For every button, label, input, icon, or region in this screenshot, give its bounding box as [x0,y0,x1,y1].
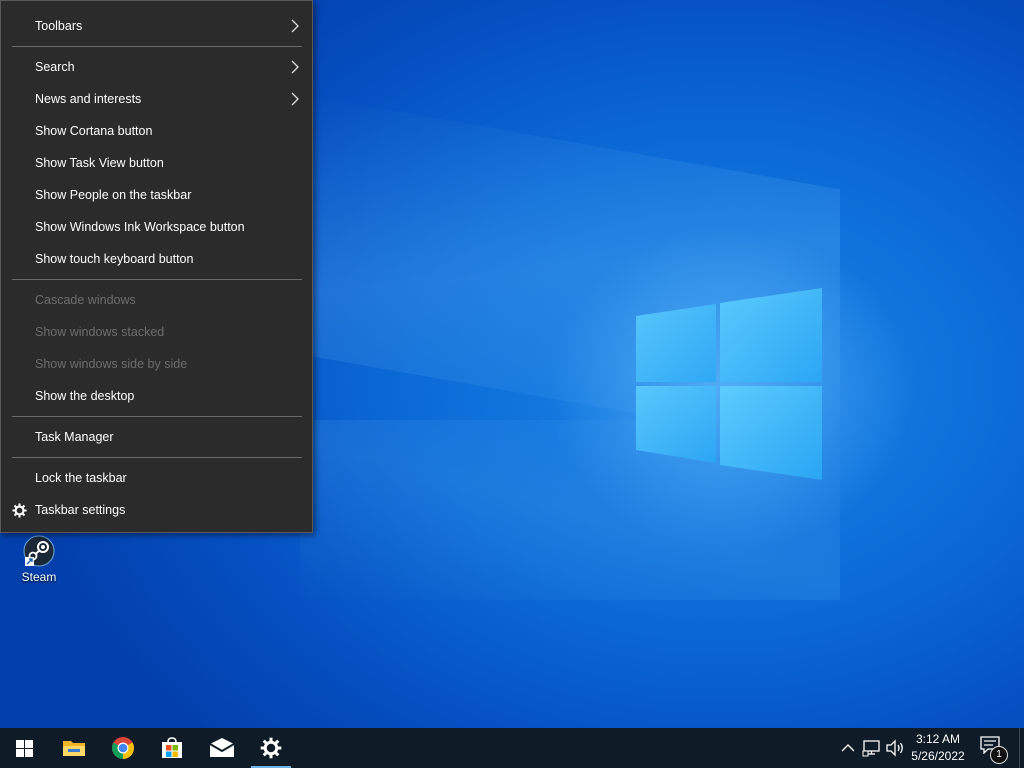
menu-separator [12,457,302,458]
taskbar-clock[interactable]: 3:12 AM 5/26/2022 [906,731,970,765]
menu-item-label: Taskbar settings [35,503,126,517]
menu-item-taskbar-settings[interactable]: Taskbar settings [1,495,312,525]
chevron-up-icon[interactable] [838,738,858,758]
volume-icon[interactable] [885,738,905,758]
taskbar[interactable] [0,728,1024,768]
menu-item-label: Toolbars [35,19,83,33]
menu-item-search[interactable]: Search [1,52,312,82]
menu-item-cascade-windows: Cascade windows [1,285,312,315]
menu-item-news-and-interests[interactable]: News and interests [1,84,312,114]
menu-separator [12,279,302,280]
menu-item-label: Cascade windows [35,293,136,307]
menu-item-label: Show People on the taskbar [35,188,192,202]
clock-time: 3:12 AM [915,732,961,746]
desktop-icon-label: Steam [21,570,57,584]
menu-item-label: Show the desktop [35,389,135,403]
menu-item-show-touch-keyboard[interactable]: Show touch keyboard button [1,244,312,274]
menu-item-label: Show windows stacked [35,325,165,339]
menu-item-show-people[interactable]: Show People on the taskbar [1,180,312,210]
menu-item-label: Show windows side by side [35,357,188,371]
menu-item-label: Show touch keyboard button [35,252,194,266]
menu-item-show-cortana-button[interactable]: Show Cortana button [1,116,312,146]
taskbar-app-file-explorer[interactable] [50,728,98,768]
menu-separator [12,46,302,47]
folder-icon [63,741,85,756]
start-button[interactable] [0,728,48,768]
action-center-button[interactable]: 1 [980,736,1008,764]
taskbar-app-settings[interactable] [247,728,295,768]
network-icon[interactable] [862,738,882,758]
clock-date: 5/26/2022 [911,749,965,763]
menu-item-label: Show Windows Ink Workspace button [35,220,245,234]
menu-item-label: Show Task View button [35,156,164,170]
menu-item-task-manager[interactable]: Task Manager [1,422,312,452]
taskbar-app-microsoft-store[interactable] [148,728,196,768]
menu-item-show-the-desktop[interactable]: Show the desktop [1,381,312,411]
taskbar-context-menu: Toolbars Search News and interests Show … [0,0,313,533]
chevron-right-icon [291,60,299,74]
menu-item-show-windows-stacked: Show windows stacked [1,317,312,347]
taskbar-app-mail[interactable] [198,728,246,768]
menu-item-label: News and interests [35,92,142,106]
menu-item-lock-the-taskbar[interactable]: Lock the taskbar [1,463,312,493]
taskbar-app-chrome[interactable] [99,728,147,768]
chrome-icon [112,737,134,759]
menu-item-show-windows-ink[interactable]: Show Windows Ink Workspace button [1,212,312,242]
menu-item-label: Search [35,60,75,74]
store-icon [162,737,182,758]
desktop-icon-steam[interactable]: Steam [14,535,64,587]
menu-item-show-task-view-button[interactable]: Show Task View button [1,148,312,178]
show-desktop-button[interactable] [1019,728,1024,768]
chevron-right-icon [291,92,299,106]
menu-item-label: Show Cortana button [35,124,153,138]
gear-icon [12,503,27,518]
mail-icon [209,738,235,757]
steam-icon [23,535,55,567]
menu-item-label: Task Manager [35,430,114,444]
menu-separator [12,416,302,417]
menu-item-show-windows-side-by-side: Show windows side by side [1,349,312,379]
windows-wallpaper-logo [636,288,822,480]
menu-item-toolbars[interactable]: Toolbars [1,11,312,41]
windows-logo-icon [15,739,33,757]
gear-icon [260,737,282,759]
notification-count-badge: 1 [990,746,1008,764]
chevron-right-icon [291,19,299,33]
menu-item-label: Lock the taskbar [35,471,127,485]
